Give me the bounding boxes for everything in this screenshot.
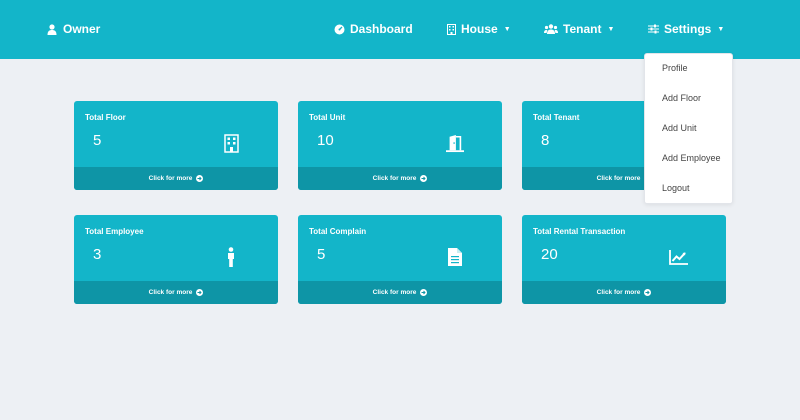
- nav-settings[interactable]: Settings ▼: [648, 22, 724, 36]
- card-title: Total Employee: [85, 227, 144, 236]
- card-footer-link[interactable]: Click for more: [74, 167, 278, 190]
- menu-item-logout[interactable]: Logout: [662, 183, 690, 193]
- card-footer-label: Click for more: [372, 175, 417, 182]
- chart-line-icon: [668, 246, 688, 268]
- card-value: 5: [317, 246, 326, 263]
- nav-dashboard-label: Dashboard: [350, 22, 413, 36]
- card-total-employee: Total Employee 3 Click for more: [74, 215, 278, 304]
- card-footer-link[interactable]: Click for more: [298, 281, 502, 304]
- file-icon: [446, 246, 464, 268]
- nav-tenant[interactable]: Tenant ▼: [544, 22, 614, 36]
- nav-settings-label: Settings: [664, 22, 712, 36]
- users-icon: [544, 24, 558, 34]
- card-total-complain: Total Complain 5 Click for more: [298, 215, 502, 304]
- card-value: 8: [541, 132, 550, 149]
- arrow-right-circle-icon: [196, 289, 204, 296]
- card-footer-label: Click for more: [596, 289, 641, 296]
- card-footer-label: Click for more: [148, 289, 193, 296]
- card-value: 10: [317, 132, 334, 149]
- card-title: Total Floor: [85, 113, 126, 122]
- card-footer-link[interactable]: Click for more: [298, 167, 502, 190]
- menu-item-add-floor[interactable]: Add Floor: [662, 93, 701, 103]
- nav-dashboard[interactable]: Dashboard: [334, 22, 413, 36]
- card-title: Total Complain: [309, 227, 367, 236]
- menu-item-profile[interactable]: Profile: [662, 63, 688, 73]
- settings-dropdown-menu: Profile Add Floor Add Unit Add Employee …: [644, 53, 733, 204]
- card-total-unit: Total Unit 10 Click for more: [298, 101, 502, 190]
- user-icon: [47, 23, 57, 35]
- caret-down-icon: ▼: [717, 25, 725, 33]
- sliders-icon: [648, 24, 659, 34]
- nav-house-label: House: [461, 22, 498, 36]
- nav-house[interactable]: House ▼: [447, 22, 511, 36]
- brand[interactable]: Owner: [47, 22, 100, 36]
- menu-item-add-employee[interactable]: Add Employee: [662, 153, 721, 163]
- top-navbar: Owner Dashboard House ▼ Tenant ▼ Setting…: [0, 0, 800, 59]
- door-open-icon: [446, 132, 464, 154]
- building-icon: [222, 132, 240, 154]
- card-footer-link[interactable]: Click for more: [74, 281, 278, 304]
- card-total-floor: Total Floor 5 Click for more: [74, 101, 278, 190]
- card-value: 20: [541, 246, 558, 263]
- card-footer-label: Click for more: [148, 175, 193, 182]
- brand-label: Owner: [63, 22, 101, 36]
- menu-item-add-unit[interactable]: Add Unit: [662, 123, 697, 133]
- caret-down-icon: ▼: [503, 25, 511, 33]
- card-total-rental-transaction: Total Rental Transaction 20 Click for mo…: [522, 215, 726, 304]
- card-title: Total Unit: [309, 113, 346, 122]
- caret-down-icon: ▼: [607, 25, 615, 33]
- arrow-right-circle-icon: [420, 175, 428, 182]
- arrow-right-circle-icon: [196, 175, 204, 182]
- nav-tenant-label: Tenant: [563, 22, 602, 36]
- arrow-right-circle-icon: [420, 289, 428, 296]
- arrow-right-circle-icon: [644, 289, 652, 296]
- card-footer-link[interactable]: Click for more: [522, 281, 726, 304]
- card-title: Total Tenant: [533, 113, 580, 122]
- building-icon: [447, 23, 456, 35]
- gauge-icon: [334, 24, 345, 35]
- card-title: Total Rental Transaction: [533, 227, 626, 236]
- card-value: 3: [93, 246, 102, 263]
- card-footer-label: Click for more: [372, 289, 417, 296]
- person-icon: [222, 246, 240, 268]
- card-value: 5: [93, 132, 102, 149]
- card-footer-label: Click for more: [596, 175, 641, 182]
